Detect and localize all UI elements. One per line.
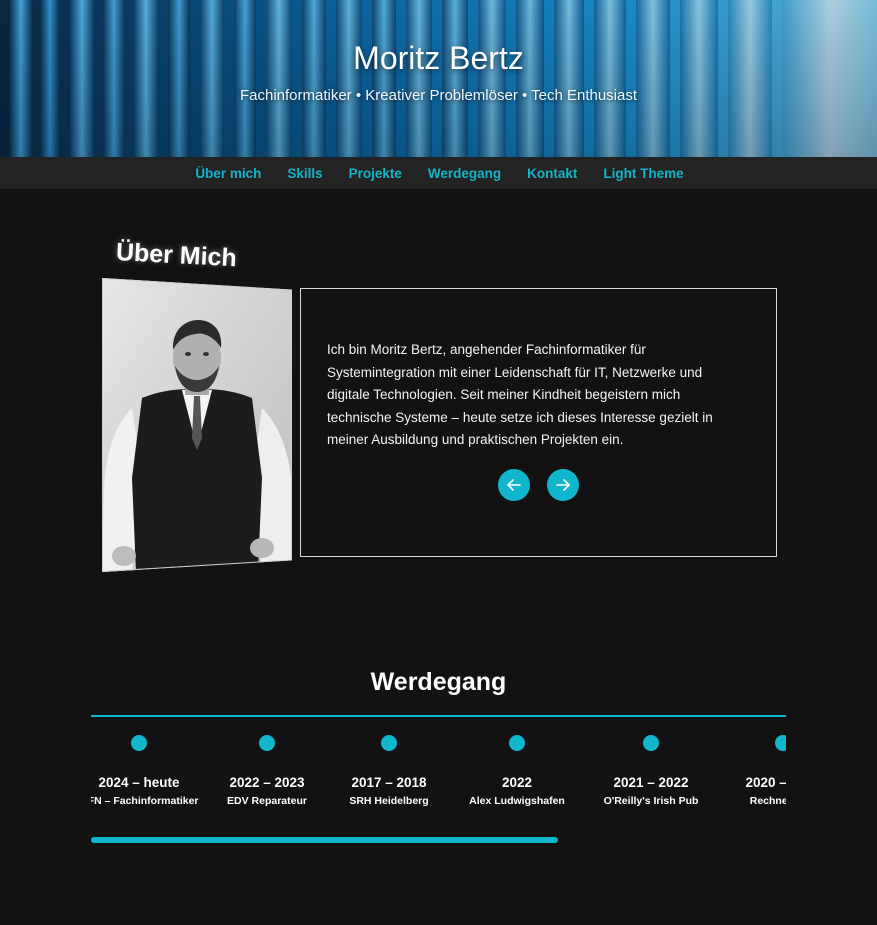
timeline-dot xyxy=(131,735,147,751)
timeline-item: 2017 – 2018 SRH Heidelberg xyxy=(319,735,459,807)
timeline-line xyxy=(91,715,786,717)
timeline-scrollbar[interactable] xyxy=(91,837,558,843)
timeline-item: 2024 – heute GFN – Fachinformatiker xyxy=(91,735,209,807)
timeline-dot xyxy=(775,735,786,751)
timeline-place: O'Reilly's Irish Pub xyxy=(603,795,699,807)
timeline-years: 2024 – heute xyxy=(98,775,180,790)
profile-photo xyxy=(102,278,292,572)
nav-ueber-mich[interactable]: Über mich xyxy=(195,166,261,181)
timeline-dot xyxy=(509,735,525,751)
timeline-dot xyxy=(381,735,397,751)
about-card: Ich bin Moritz Bertz, angehender Fachinf… xyxy=(300,288,777,557)
nav-projekte[interactable]: Projekte xyxy=(349,166,402,181)
next-button[interactable] xyxy=(547,469,579,501)
nav-werdegang[interactable]: Werdegang xyxy=(428,166,501,181)
nav-skills[interactable]: Skills xyxy=(287,166,322,181)
arrow-left-icon xyxy=(507,479,521,491)
timeline-place: Alex Ludwigshafen xyxy=(469,795,565,807)
timeline-place: EDV Reparateur xyxy=(227,795,307,807)
timeline-years: 2020 – 2021 xyxy=(745,775,786,790)
timeline-item: 2022 Alex Ludwigshafen xyxy=(447,735,587,807)
timeline-place: Rechnerhaus xyxy=(749,795,786,807)
timeline[interactable]: 2024 – heute GFN – Fachinformatiker 2022… xyxy=(91,715,786,825)
arrow-right-icon xyxy=(556,479,570,491)
werdegang-heading: Werdegang xyxy=(370,668,507,696)
timeline-place: GFN – Fachinformatiker xyxy=(91,795,199,807)
timeline-place: SRH Heidelberg xyxy=(349,795,429,807)
timeline-years: 2017 – 2018 xyxy=(351,775,427,790)
timeline-dot xyxy=(643,735,659,751)
site-subtitle: Fachinformatiker • Kreativer Problemlöse… xyxy=(239,87,638,104)
timeline-dot xyxy=(259,735,275,751)
timeline-years: 2022 – 2023 xyxy=(229,775,305,790)
about-heading: Über Mich xyxy=(115,238,238,273)
about-text: Ich bin Moritz Bertz, angehender Fachinf… xyxy=(327,342,713,447)
timeline-years: 2022 xyxy=(501,775,533,790)
nav-kontakt[interactable]: Kontakt xyxy=(527,166,577,181)
hero-banner: Moritz Bertz Fachinformatiker • Kreative… xyxy=(0,0,877,157)
timeline-item: 2021 – 2022 O'Reilly's Irish Pub xyxy=(581,735,721,807)
timeline-item: 2022 – 2023 EDV Reparateur xyxy=(197,735,337,807)
prev-button[interactable] xyxy=(498,469,530,501)
timeline-years: 2021 – 2022 xyxy=(613,775,689,790)
site-title: Moritz Bertz xyxy=(353,40,524,76)
main-nav: Über mich Skills Projekte Werdegang Kont… xyxy=(0,157,877,189)
theme-toggle[interactable]: Light Theme xyxy=(603,166,683,181)
timeline-item: 2020 – 2021 Rechnerhaus xyxy=(713,735,786,807)
